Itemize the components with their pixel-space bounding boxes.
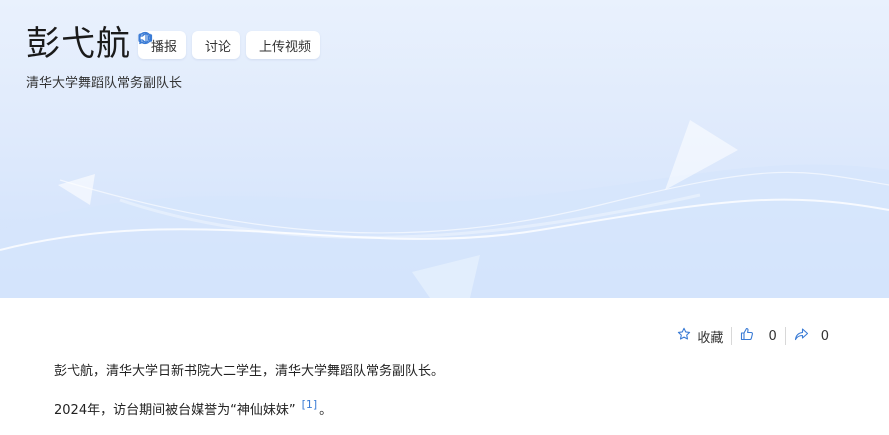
- event-paragraph-text: 2024年，访台期间被台媒誉为“神仙妹妹”: [54, 403, 296, 418]
- page-subtitle: 清华大学舞蹈队常务副队长: [26, 76, 183, 91]
- event-paragraph-end: 。: [319, 403, 333, 418]
- banner-decoration: [0, 120, 889, 298]
- upload-video-label: 上传视频: [259, 39, 312, 55]
- favorite-button[interactable]: 收藏: [669, 326, 731, 346]
- upload-video-button[interactable]: 上传视频: [138, 31, 321, 59]
- star-icon: [677, 327, 691, 345]
- thumbs-up-icon: [740, 327, 754, 345]
- article-toolbar: 收藏 0 0: [669, 326, 837, 346]
- share-icon: [794, 327, 809, 345]
- header-banner: 彭弋航 播报 讨论 上传视频 清华大学舞蹈队常务副队长: [0, 0, 889, 298]
- event-paragraph: 2024年，访台期间被台媒誉为“神仙妹妹” [1]。: [54, 398, 332, 418]
- like-count: 0: [768, 328, 777, 344]
- intro-paragraph: 彭弋航，清华大学日新书院大二学生，清华大学舞蹈队常务副队长。: [54, 364, 445, 379]
- reference-link[interactable]: [1]: [302, 398, 318, 411]
- share-count: 0: [820, 328, 829, 344]
- discuss-label: 讨论: [205, 39, 232, 55]
- share-button[interactable]: 0: [786, 326, 837, 346]
- header-actions: 播报 讨论 上传视频: [138, 31, 321, 59]
- broadcast-label: 播报: [151, 39, 178, 55]
- favorite-label: 收藏: [697, 330, 724, 346]
- page-title: 彭弋航: [26, 24, 131, 64]
- like-button[interactable]: 0: [732, 326, 784, 346]
- discuss-button[interactable]: 讨论: [138, 31, 241, 59]
